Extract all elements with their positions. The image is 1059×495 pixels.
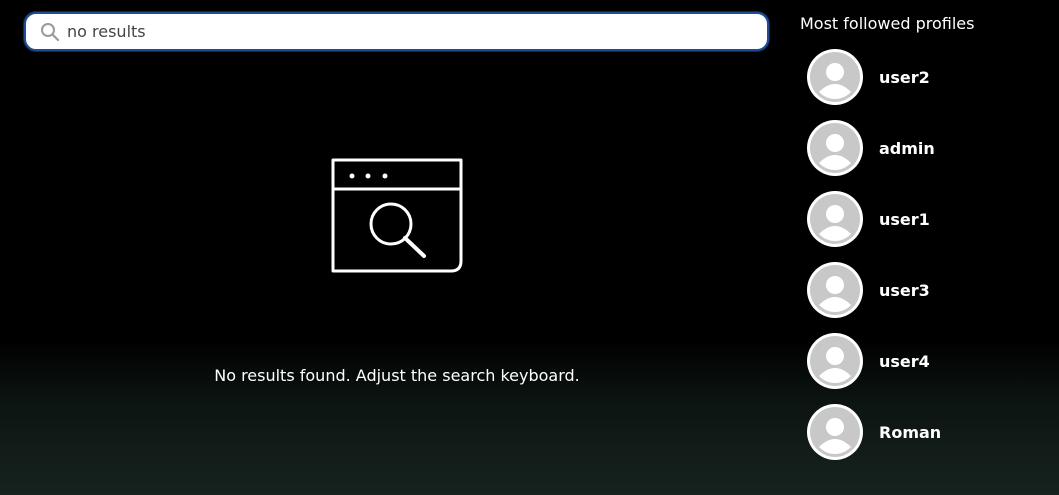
- profile-item-user4[interactable]: user4: [807, 333, 1050, 389]
- profile-name[interactable]: user2: [879, 68, 930, 87]
- most-followed-sidebar: Most followed profiles user2 admin user1…: [800, 12, 1050, 475]
- browser-search-icon: [330, 157, 464, 275]
- search-bar[interactable]: [24, 12, 769, 51]
- avatar[interactable]: [807, 333, 863, 389]
- avatar[interactable]: [807, 120, 863, 176]
- default-avatar-icon: [810, 407, 860, 457]
- sidebar-title: Most followed profiles: [800, 14, 975, 33]
- search-input[interactable]: [67, 16, 727, 47]
- default-avatar-icon: [810, 194, 860, 244]
- empty-state-message: No results found. Adjust the search keyb…: [214, 366, 580, 385]
- profile-item-user3[interactable]: user3: [807, 262, 1050, 318]
- avatar[interactable]: [807, 404, 863, 460]
- profile-item-admin[interactable]: admin: [807, 120, 1050, 176]
- profile-item-roman[interactable]: Roman: [807, 404, 1050, 460]
- default-avatar-icon: [810, 52, 860, 102]
- profile-name[interactable]: user3: [879, 281, 930, 300]
- default-avatar-icon: [810, 336, 860, 386]
- profile-name[interactable]: admin: [879, 139, 935, 158]
- avatar[interactable]: [807, 49, 863, 105]
- avatar[interactable]: [807, 191, 863, 247]
- search-icon: [39, 21, 61, 43]
- profile-name[interactable]: user4: [879, 352, 930, 371]
- avatar[interactable]: [807, 262, 863, 318]
- default-avatar-icon: [810, 123, 860, 173]
- default-avatar-icon: [810, 265, 860, 315]
- profile-name[interactable]: user1: [879, 210, 930, 229]
- profile-item-user2[interactable]: user2: [807, 49, 1050, 105]
- profile-list: user2 admin user1 user3 user4 Roman: [807, 49, 1050, 460]
- profile-item-user1[interactable]: user1: [807, 191, 1050, 247]
- profile-name[interactable]: Roman: [879, 423, 941, 442]
